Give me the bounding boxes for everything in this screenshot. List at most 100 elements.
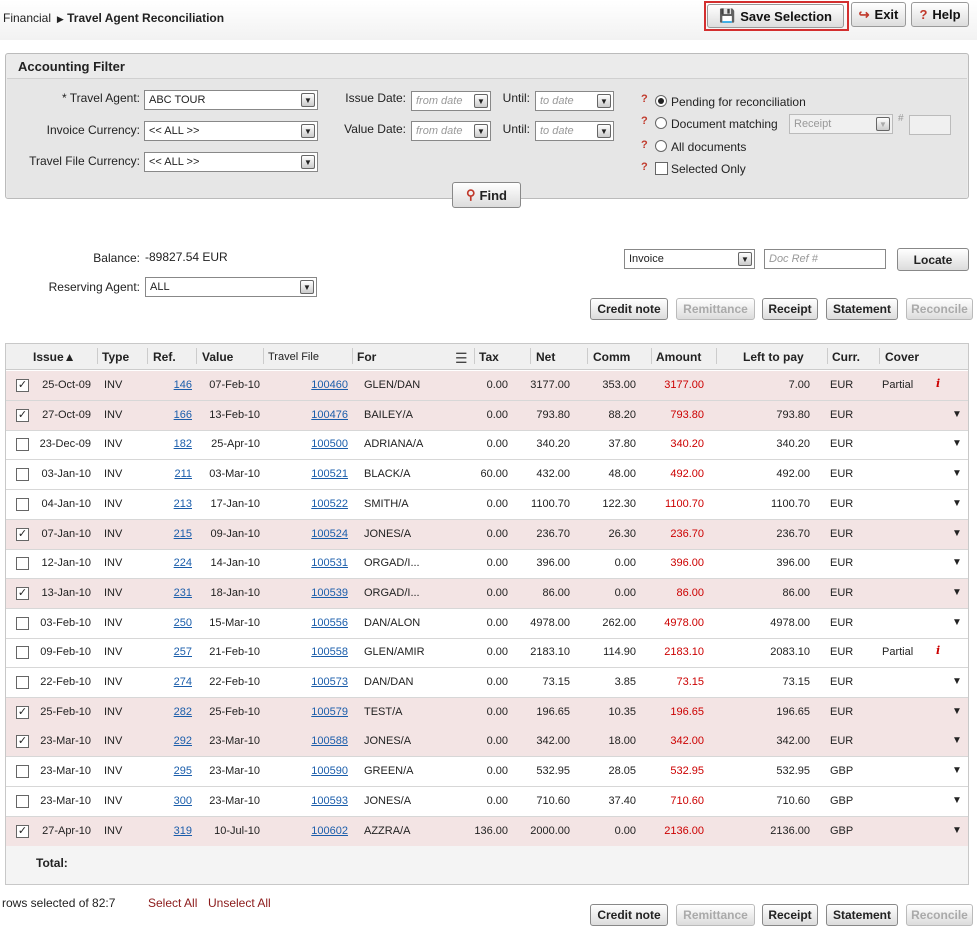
info-icon[interactable]: i — [936, 377, 940, 390]
doc-ref-input[interactable]: Doc Ref # — [764, 249, 886, 269]
cell-ref[interactable]: 215 — [150, 528, 192, 540]
cell-ref[interactable]: 257 — [150, 646, 192, 658]
col-net[interactable]: Net — [536, 350, 555, 364]
cell-file[interactable]: 100531 — [290, 557, 348, 569]
row-select-checkbox[interactable]: ✓ — [16, 735, 29, 749]
col-tax[interactable]: Tax — [479, 350, 499, 364]
cell-file[interactable]: 100593 — [290, 795, 348, 807]
travel-agent-select[interactable]: ABC TOUR ▼ — [144, 90, 318, 110]
table-row[interactable]: ✓ 27-Oct-09 INV 166 13-Feb-10 100476 BAILEY/A 0… — [6, 400, 968, 431]
cell-file[interactable]: 100558 — [290, 646, 348, 658]
expand-arrow-icon[interactable]: ▼ — [952, 468, 962, 479]
col-issue[interactable]: Issue▲ — [33, 350, 76, 364]
cell-file[interactable]: 100460 — [290, 379, 348, 391]
cell-file[interactable]: 100521 — [290, 468, 348, 480]
expand-arrow-icon[interactable]: ▼ — [952, 438, 962, 449]
col-value[interactable]: Value — [202, 350, 233, 364]
col-type[interactable]: Type — [102, 350, 129, 364]
issue-date-to-input[interactable]: to date ▼ — [535, 91, 614, 111]
exit-button[interactable]: ↪ Exit — [851, 2, 906, 27]
row-select-checkbox[interactable]: ✓ — [16, 379, 29, 392]
row-select-checkbox[interactable]: ✓ — [16, 705, 29, 719]
help-button[interactable]: ? Help — [911, 2, 969, 27]
table-row[interactable]: 23-Mar-10 INV 295 23-Mar-10 100590 GREEN/A 0.0… — [6, 757, 968, 788]
issue-date-from-input[interactable]: from date ▼ — [411, 91, 491, 111]
row-select-checkbox[interactable] — [16, 468, 29, 482]
reconcile-button-bottom[interactable]: Reconcile — [906, 904, 973, 926]
expand-arrow-icon[interactable]: ▼ — [952, 676, 962, 687]
receipt-button[interactable]: Receipt — [762, 298, 818, 320]
table-row[interactable]: 12-Jan-10 INV 224 14-Jan-10 100531 ORGAD/I...… — [6, 549, 968, 580]
matching-number-input[interactable] — [909, 115, 951, 135]
reconcile-button[interactable]: Reconcile — [906, 298, 973, 320]
credit-note-button-bottom[interactable]: Credit note — [590, 904, 668, 926]
cell-ref[interactable]: 282 — [150, 706, 192, 718]
cell-ref[interactable]: 166 — [150, 409, 192, 421]
cell-ref[interactable]: 224 — [150, 557, 192, 569]
expand-arrow-icon[interactable]: ▼ — [952, 528, 962, 539]
cell-ref[interactable]: 250 — [150, 617, 192, 629]
matching-radio[interactable] — [655, 117, 667, 129]
question-mark-icon[interactable]: ? — [641, 161, 648, 173]
invoice-currency-select[interactable]: << ALL >> ▼ — [144, 121, 318, 141]
cell-file[interactable]: 100476 — [290, 409, 348, 421]
expand-arrow-icon[interactable]: ▼ — [952, 409, 962, 420]
cell-ref[interactable]: 231 — [150, 587, 192, 599]
expand-arrow-icon[interactable]: ▼ — [952, 825, 962, 836]
selected-only-checkbox[interactable] — [655, 162, 668, 175]
table-row[interactable]: ✓ 25-Oct-09 INV 146 07-Feb-10 100460 GLEN/DAN 0… — [6, 371, 968, 401]
expand-arrow-icon[interactable]: ▼ — [952, 498, 962, 509]
table-row[interactable]: ✓ 13-Jan-10 INV 231 18-Jan-10 100539 ORGAD/I..… — [6, 578, 968, 609]
row-select-checkbox[interactable] — [16, 794, 29, 808]
cell-ref[interactable]: 319 — [150, 825, 192, 837]
cell-ref[interactable]: 300 — [150, 795, 192, 807]
cell-ref[interactable]: 213 — [150, 498, 192, 510]
cell-file[interactable]: 100556 — [290, 617, 348, 629]
expand-arrow-icon[interactable]: ▼ — [952, 795, 962, 806]
question-mark-icon[interactable]: ? — [641, 139, 648, 151]
cell-ref[interactable]: 292 — [150, 735, 192, 747]
row-select-checkbox[interactable] — [16, 557, 29, 571]
matching-type-select[interactable]: Receipt ▼ — [789, 114, 893, 134]
cell-file[interactable]: 100539 — [290, 587, 348, 599]
pending-radio[interactable] — [655, 95, 667, 107]
col-for[interactable]: For — [357, 350, 376, 364]
table-row[interactable]: ✓ 27-Apr-10 INV 319 10-Jul-10 100602 AZZRA/A 13… — [6, 816, 968, 847]
question-mark-icon[interactable]: ? — [641, 115, 648, 127]
row-select-checkbox[interactable] — [16, 616, 29, 630]
file-currency-select[interactable]: << ALL >> ▼ — [144, 152, 318, 172]
expand-arrow-icon[interactable]: ▼ — [952, 617, 962, 628]
info-icon[interactable]: i — [936, 644, 940, 657]
save-selection-button[interactable]: 💾 Save Selection — [707, 4, 844, 28]
row-select-checkbox[interactable]: ✓ — [16, 408, 29, 422]
row-select-checkbox[interactable] — [16, 646, 29, 660]
row-select-checkbox[interactable]: ✓ — [16, 527, 29, 541]
cell-ref[interactable]: 211 — [150, 468, 192, 480]
locate-button[interactable]: Locate — [897, 248, 969, 271]
table-row[interactable]: 03-Feb-10 INV 250 15-Mar-10 100556 DAN/ALON 0.… — [6, 609, 968, 639]
table-row[interactable]: 09-Feb-10 INV 257 21-Feb-10 100558 GLEN/AMIR 0… — [6, 638, 968, 669]
select-all-link[interactable]: Select All — [148, 896, 197, 910]
column-menu-icon[interactable]: ☰ — [455, 350, 468, 367]
col-currency[interactable]: Curr. — [832, 350, 860, 364]
cell-ref[interactable]: 182 — [150, 438, 192, 450]
question-mark-icon[interactable]: ? — [641, 93, 648, 105]
table-row[interactable]: 23-Mar-10 INV 300 23-Mar-10 100593 JONES/A 0.0… — [6, 787, 968, 817]
row-select-checkbox[interactable] — [16, 765, 29, 779]
cell-file[interactable]: 100524 — [290, 528, 348, 540]
expand-arrow-icon[interactable]: ▼ — [952, 706, 962, 717]
expand-arrow-icon[interactable]: ▼ — [952, 735, 962, 746]
row-select-checkbox[interactable]: ✓ — [16, 586, 29, 600]
remittance-button-bottom[interactable]: Remittance — [676, 904, 755, 926]
row-select-checkbox[interactable]: ✓ — [16, 824, 29, 838]
col-amount[interactable]: Amount — [656, 350, 701, 364]
cell-file[interactable]: 100579 — [290, 706, 348, 718]
table-row[interactable]: 23-Dec-09 INV 182 25-Apr-10 100500 ADRIANA/A 0… — [6, 430, 968, 461]
statement-button-bottom[interactable]: Statement — [826, 904, 898, 926]
expand-arrow-icon[interactable]: ▼ — [952, 557, 962, 568]
value-date-from-input[interactable]: from date ▼ — [411, 121, 491, 141]
cell-ref[interactable]: 295 — [150, 765, 192, 777]
cell-file[interactable]: 100573 — [290, 676, 348, 688]
cell-file[interactable]: 100500 — [290, 438, 348, 450]
table-row[interactable]: ✓ 23-Mar-10 INV 292 23-Mar-10 100588 JONES/A 0.… — [6, 727, 968, 758]
